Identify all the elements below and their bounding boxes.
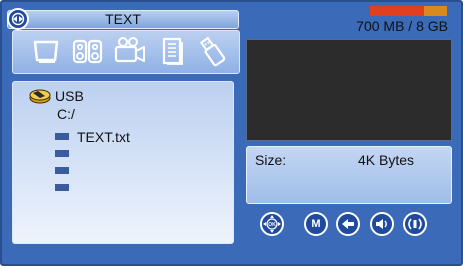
speaker-icon[interactable] bbox=[71, 34, 105, 68]
file-icon bbox=[55, 184, 69, 191]
usb-device-icon[interactable] bbox=[29, 88, 51, 104]
file-icon bbox=[55, 167, 69, 174]
file-info-box: Size: 4K Bytes bbox=[246, 146, 452, 204]
preview-screen bbox=[246, 39, 452, 141]
size-value: 4K Bytes bbox=[358, 152, 415, 168]
storage-free-segment bbox=[423, 6, 447, 16]
document-stack-icon[interactable] bbox=[155, 34, 189, 68]
storage-text: 700 MB / 8 GB bbox=[356, 18, 448, 34]
current-path: C:/ bbox=[57, 106, 75, 122]
directional-pad-icon[interactable]: OK bbox=[260, 212, 284, 236]
device-label[interactable]: USB bbox=[55, 88, 84, 104]
movie-camera-icon[interactable] bbox=[113, 34, 147, 68]
usb-drive-icon[interactable] bbox=[195, 34, 229, 68]
file-name: TEXT.txt bbox=[77, 129, 130, 145]
storage-usage-bar bbox=[370, 6, 447, 16]
file-icon bbox=[55, 150, 69, 157]
svg-text:OK: OK bbox=[268, 222, 276, 228]
menu-button-label: M bbox=[311, 218, 321, 230]
globe-navigation-icon[interactable] bbox=[7, 8, 29, 30]
back-arrow-icon[interactable] bbox=[336, 212, 360, 236]
audio-icon[interactable] bbox=[403, 212, 427, 236]
picture-frame-icon[interactable] bbox=[29, 34, 63, 68]
page-title: TEXT bbox=[105, 11, 141, 27]
menu-button-icon[interactable]: M bbox=[304, 212, 328, 236]
category-tray bbox=[12, 30, 240, 74]
volume-icon[interactable] bbox=[370, 212, 394, 236]
size-label: Size: bbox=[255, 152, 287, 168]
title-bar: TEXT bbox=[7, 10, 239, 29]
file-icon bbox=[55, 133, 69, 140]
file-browser-panel bbox=[12, 81, 234, 244]
player-window: TEXT 700 MB / 8 GB USB C:/ TEXT.txt Size… bbox=[0, 0, 463, 266]
